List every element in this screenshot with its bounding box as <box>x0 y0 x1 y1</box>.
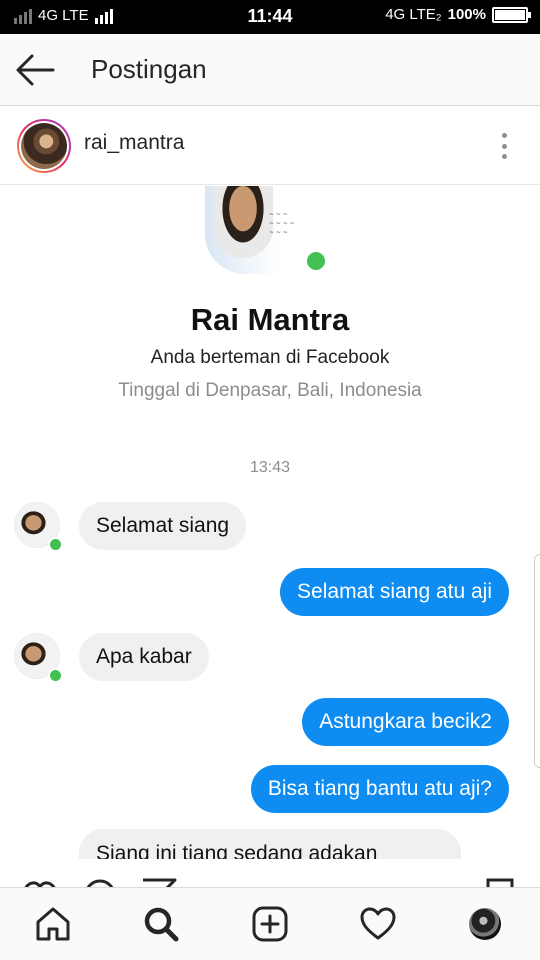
share-icon[interactable] <box>140 877 178 887</box>
add-post-icon <box>252 906 288 942</box>
nav-profile[interactable] <box>465 904 505 944</box>
status-bar: 4G LTE 11:44 4G LTE₂ 100% <box>0 0 540 34</box>
online-status-dot <box>48 537 63 552</box>
scroll-handle[interactable] <box>534 554 540 768</box>
status-right: 4G LTE₂ 100% <box>385 6 531 23</box>
message-outgoing: Bisa tiang bantu atu aji? <box>250 765 509 813</box>
message-incoming: Siang ini tiang sedang adakan <box>79 829 461 859</box>
online-status-dot <box>304 249 328 273</box>
nav-home[interactable] <box>33 904 73 944</box>
author-avatar[interactable] <box>17 119 71 173</box>
arrow-left-icon <box>16 54 55 86</box>
chat-image: ~ ~ ~ ~ ~ ~ ~ ~ ~ ~ Rai Mantra Anda bertem… <box>0 186 540 859</box>
friend-status: Anda berteman di Facebook <box>150 347 390 368</box>
back-button[interactable] <box>14 50 56 90</box>
message-outgoing: Astungkara becik2 <box>302 698 509 746</box>
comment-icon[interactable] <box>82 877 118 887</box>
profile-avatar <box>469 908 501 940</box>
more-vertical-icon <box>501 133 507 138</box>
more-options-button[interactable] <box>494 129 514 163</box>
online-status-dot <box>48 668 63 683</box>
post-actions <box>0 859 540 887</box>
author-username[interactable]: rai_mantra <box>84 131 184 155</box>
nav-activity[interactable] <box>358 904 398 944</box>
bookmark-icon[interactable] <box>484 877 516 887</box>
battery-level: 100% <box>447 6 486 23</box>
message-incoming: Apa kabar <box>79 633 209 681</box>
heart-icon <box>360 907 396 940</box>
bottom-navigation <box>0 887 540 960</box>
message-outgoing: Selamat siang atu aji <box>280 568 509 616</box>
nav-search[interactable] <box>141 904 181 944</box>
search-icon <box>144 907 179 942</box>
contact-name: Rai Mantra <box>190 302 350 337</box>
top-app-bar: Postingan <box>0 34 540 106</box>
contact-location: Tinggal di Denpasar, Bali, Indonesia <box>118 380 422 401</box>
nav-new-post[interactable] <box>250 904 290 944</box>
battery-icon <box>492 6 531 23</box>
home-icon <box>36 907 70 941</box>
message-timestamp: 13:43 <box>249 459 291 476</box>
message-incoming: Selamat siang <box>79 502 247 550</box>
network-label-right: 4G LTE₂ <box>385 6 442 23</box>
page-title: Postingan <box>91 54 207 84</box>
like-icon[interactable] <box>20 877 60 887</box>
post-header: rai_mantra <box>0 107 540 185</box>
